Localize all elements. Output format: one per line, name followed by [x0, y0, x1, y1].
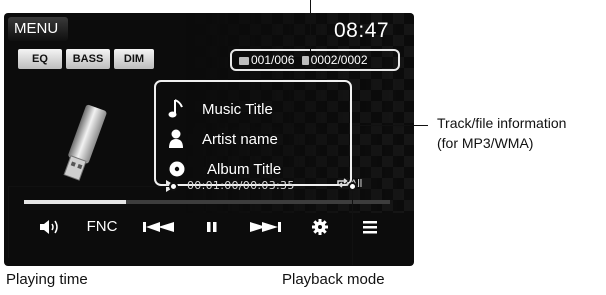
file-icon	[301, 56, 309, 65]
dim-button[interactable]: DIM	[114, 49, 154, 69]
progress-bar[interactable]	[24, 200, 390, 204]
pause-button[interactable]	[194, 217, 230, 247]
skip-back-icon	[143, 222, 174, 232]
playing-time-label: Playing time	[6, 271, 88, 288]
artist-name: Artist name	[202, 131, 278, 148]
pause-icon	[207, 222, 217, 232]
track-info-callout-line	[352, 125, 428, 126]
track-info-sublabel: (for MP3/WMA)	[437, 135, 534, 151]
progress-fill	[24, 200, 127, 204]
folder-total: 006	[274, 53, 295, 67]
skip-forward-button[interactable]	[240, 217, 290, 247]
folder-callout-line	[310, 0, 311, 51]
file-current: 0002	[310, 53, 338, 67]
clock: 08:47	[334, 19, 390, 42]
folder-current: 001	[251, 53, 272, 67]
playing-time-line-horizontal	[8, 186, 173, 187]
track-info-label: Track/file information	[437, 115, 567, 131]
album-title: Album Title	[207, 161, 282, 178]
track-title: Music Title	[202, 101, 273, 118]
disc-icon	[168, 158, 188, 180]
folder-file-counter: 001/006 0002/0002	[230, 49, 400, 71]
person-icon	[168, 128, 188, 150]
list-icon	[363, 221, 377, 234]
music-note-icon	[168, 98, 188, 120]
playback-mode-line	[352, 186, 353, 265]
track-info-box: Music Title Artist name Album Title	[154, 80, 352, 186]
folder-icon	[239, 57, 249, 65]
settings-button[interactable]	[300, 217, 340, 247]
playing-time: 00:01:00/00:03:35	[187, 179, 295, 192]
list-button[interactable]	[350, 217, 390, 247]
volume-icon	[40, 220, 58, 234]
settings-icon	[312, 219, 328, 235]
playing-time-line-vertical	[8, 186, 9, 258]
volume-button[interactable]	[30, 217, 70, 247]
playback-mode-label: Playback mode	[282, 271, 385, 288]
bass-button[interactable]: BASS	[66, 49, 110, 69]
playback-mode-marker	[348, 182, 357, 191]
usb-drive-icon	[52, 101, 112, 191]
menu-button[interactable]: MENU	[8, 17, 68, 41]
skip-back-button[interactable]	[134, 217, 184, 247]
skip-forward-icon	[250, 222, 281, 232]
eq-button[interactable]: EQ	[18, 49, 62, 69]
fnc-button[interactable]: FNC	[80, 217, 124, 247]
playing-time-marker	[169, 182, 178, 191]
file-total: 0002	[340, 53, 368, 67]
